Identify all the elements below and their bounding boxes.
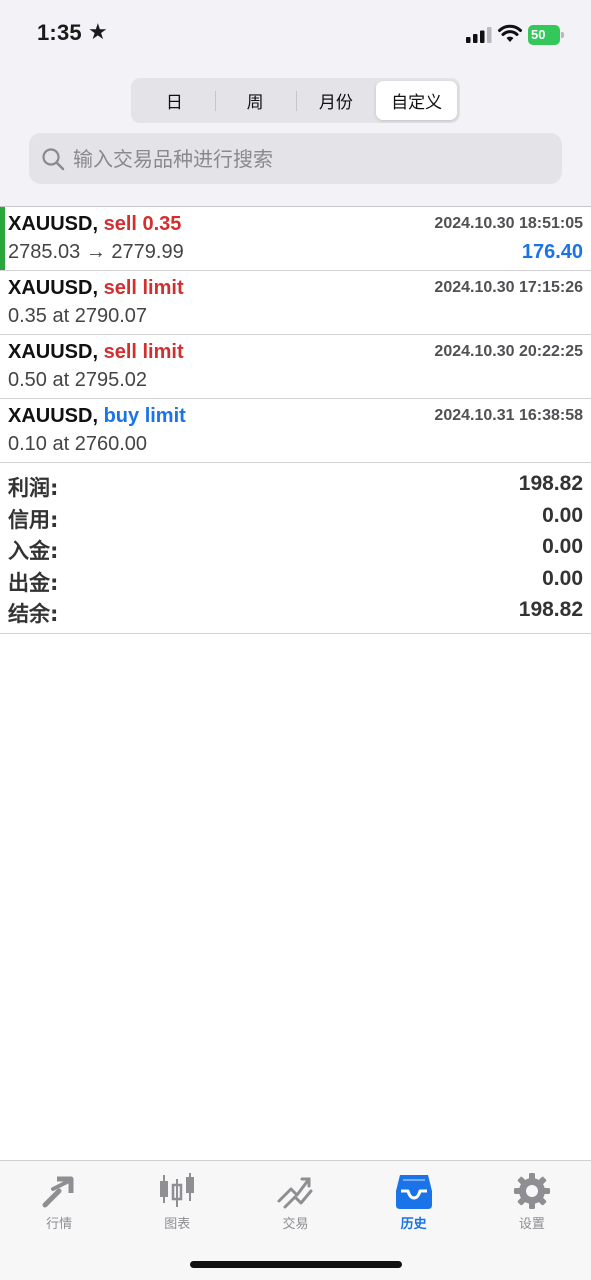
list-item[interactable]: XAUUSD, sell limit 2024.10.30 20:22:25 0… [0,335,591,399]
chart-icon [160,1173,195,1207]
wifi-icon [498,24,522,42]
order-detail: 2785.03 → 2779.99 [8,241,184,263]
star-icon: ★ [88,20,108,45]
tab-settings[interactable]: 设置 [473,1161,591,1241]
order-profit: 176.40 [521,241,583,263]
order-type: sell 0.35 [103,213,182,235]
tab-label: 历史 [400,1217,427,1232]
history-list: XAUUSD, sell 0.35 2024.10.30 18:51:05 27… [0,206,591,463]
settings-icon [513,1173,550,1209]
search-input[interactable] [73,146,533,171]
summary-label: 入金: [8,539,59,563]
segment-custom[interactable]: 自定义 [376,81,457,120]
summary-label: 出金: [8,570,59,595]
tab-trade[interactable]: 交易 [236,1161,354,1241]
period-segmented-control: 日 周 月份 自定义 [131,78,460,123]
summary-profit: 利润: 198.82 [0,472,591,504]
summary-label: 结余: [8,602,59,626]
order-type: buy limit [103,405,186,427]
order-detail: 0.10 at 2760.00 [8,433,148,455]
search-bar[interactable] [29,133,562,184]
list-item[interactable]: XAUUSD, buy limit 2024.10.31 16:38:58 0.… [0,399,591,463]
order-type: sell limit [103,341,184,363]
status-time: 1:35 [37,20,82,45]
order-detail: 0.35 at 2790.07 [8,305,148,327]
order-time: 2024.10.30 20:22:25 [434,343,583,360]
order-time: 2024.10.30 17:15:26 [434,279,583,296]
tab-label: 图表 [164,1217,191,1232]
tab-chart[interactable]: 图表 [118,1161,236,1241]
summary-value: 198.82 [518,598,583,621]
quotes-icon [42,1176,74,1208]
summary-credit: 信用: 0.00 [0,504,591,536]
summary-deposit: 入金: 0.00 [0,535,591,567]
order-time: 2024.10.30 18:51:05 [434,215,583,232]
cellular-signal-icon [466,27,492,43]
list-item[interactable]: XAUUSD, sell limit 2024.10.30 17:15:26 0… [0,271,591,335]
segment-month[interactable]: 月份 [295,81,377,120]
summary-label: 利润: [8,476,59,500]
summary-label: 信用: [8,507,59,532]
summary-value: 0.00 [542,566,583,590]
order-detail: 0.50 at 2795.02 [8,369,148,391]
order-symbol: XAUUSD, [8,213,99,235]
status-bar: 1:35 ★ 50 [0,0,591,64]
tab-label: 交易 [282,1217,309,1232]
header: 日 周 月份 自定义 [0,64,591,206]
summary-balance: 结余: 198.82 [0,598,591,630]
search-icon [42,147,65,170]
segment-day[interactable]: 日 [134,81,215,120]
battery-level: 50 [528,25,560,45]
summary-value: 198.82 [518,472,583,495]
tab-history[interactable]: 历史 [355,1161,473,1241]
trade-icon [277,1177,313,1209]
home-indicator [190,1261,402,1268]
tab-quotes[interactable]: 行情 [0,1161,118,1241]
order-time: 2024.10.31 16:38:58 [434,407,583,424]
summary-withdrawal: 出金: 0.00 [0,567,591,599]
order-symbol: XAUUSD, [8,405,99,427]
list-item[interactable]: XAUUSD, sell 0.35 2024.10.30 18:51:05 27… [0,207,591,271]
order-symbol: XAUUSD, [8,341,99,363]
tab-label: 行情 [46,1217,73,1232]
account-summary: 利润: 198.82 信用: 0.00 入金: 0.00 出金: 0.00 结余… [0,472,591,634]
summary-value: 0.00 [542,535,583,558]
history-icon [395,1175,432,1209]
order-type: sell limit [103,277,184,299]
summary-value: 0.00 [542,503,583,527]
segment-week[interactable]: 周 [214,81,296,120]
battery-icon: 50 [528,25,564,45]
order-symbol: XAUUSD, [8,277,99,299]
tab-label: 设置 [518,1217,545,1232]
